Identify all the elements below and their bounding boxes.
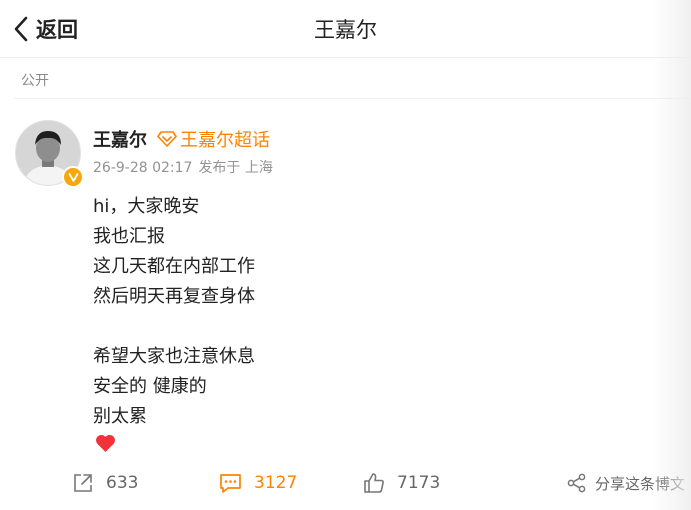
author-name[interactable]: 王嘉尔	[93, 126, 147, 152]
post-timestamp: 26-9-28 02:17	[93, 160, 193, 176]
post-text-line: 安全的 健康的	[93, 376, 207, 397]
share-button[interactable]: 分享这条博文	[567, 470, 685, 496]
share-icon	[567, 473, 586, 493]
top-navigation-bar: 返回 王嘉尔	[0, 0, 691, 58]
check-v-icon	[68, 172, 78, 182]
page-title: 王嘉尔	[314, 18, 377, 42]
heart-icon	[96, 434, 115, 452]
like-button[interactable]: 7173	[363, 470, 440, 496]
post-text-line: 希望大家也注意休息	[93, 346, 255, 367]
like-count: 7173	[397, 473, 441, 493]
comment-icon	[220, 474, 241, 493]
repost-button[interactable]: 633	[72, 470, 138, 496]
comment-button[interactable]: 3127	[219, 470, 297, 496]
supertopic-link[interactable]: 王嘉尔超话	[157, 126, 270, 152]
edge-shadow	[651, 0, 691, 510]
repost-count: 633	[106, 473, 139, 493]
diamond-icon	[157, 131, 177, 147]
verified-badge-icon	[62, 166, 84, 188]
post-text-line: 这几天都在内部工作	[93, 256, 255, 277]
repost-icon	[74, 474, 92, 492]
post-text-line: 我也汇报	[93, 226, 165, 247]
post-text-line: hi，大家晚安	[93, 196, 200, 217]
visibility-label: 公开	[21, 73, 49, 89]
post-source: 发布于 上海	[198, 160, 273, 176]
post-meta: 26-9-28 02:17 发布于 上海	[93, 157, 273, 177]
post-text-line: 然后明天再复查身体	[93, 286, 255, 307]
share-label: 分享这条博文	[595, 474, 686, 493]
avatar[interactable]	[15, 120, 84, 188]
comment-count: 3127	[254, 473, 298, 493]
thumbs-up-icon	[364, 473, 384, 493]
supertopic-label: 王嘉尔超话	[180, 130, 270, 151]
divider	[14, 98, 691, 99]
post-text-line: 别太累	[93, 406, 147, 427]
